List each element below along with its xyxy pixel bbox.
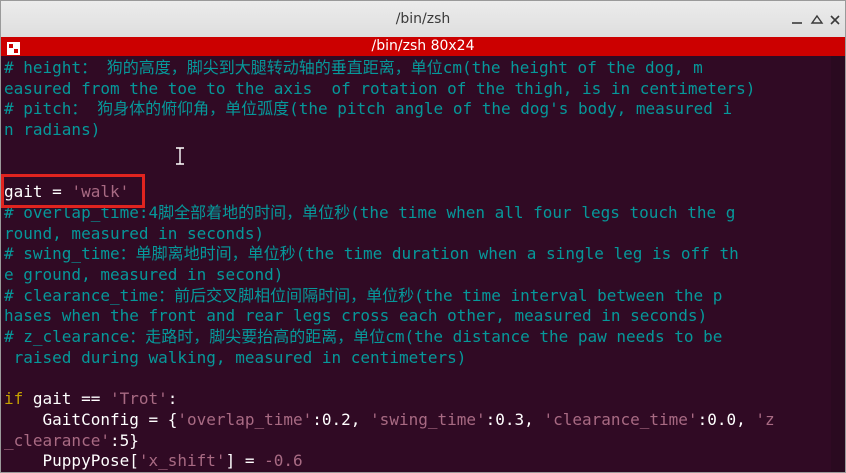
maximize-icon [810,13,824,27]
code-string: 'clearance_time' [543,409,698,429]
code-comment: # pitch： 狗身体的俯仰角，单位弧度(the pitch angle of… [4,99,733,119]
terminal-line: PuppyPose['x_shift'] = -0.6 [4,451,303,471]
code-string: 'x_shift' [138,451,226,471]
terminal-line: # swing_time：单脚离地时间，单位秒(the time duratio… [4,244,739,264]
close-icon [828,13,842,27]
code-string: 'swing_time' [370,409,486,429]
code-text: :0.2, [312,409,371,429]
close-button[interactable] [828,13,842,27]
code-text: ] = [225,451,265,471]
code-comment: # clearance_time：前后交叉脚相位间隔时间，单位秒(the tim… [4,285,723,305]
text-cursor-icon [175,147,185,169]
code-text: :0.0, [697,409,756,429]
code-string: 'overlap_time' [177,409,313,429]
code-comment: raised during walking, measured in centi… [4,347,467,367]
terminal-line: if gait == 'Trot': [4,389,177,409]
terminal-line: # z_clearance：走路时，脚尖要抬高的距离，单位cm(the dist… [4,327,722,347]
maximize-button[interactable] [810,13,824,27]
code-comment: n radians) [4,120,101,140]
terminal-window: /bin/zsh /bin/zsh 80x24 # height： 狗的高度，脚… [0,0,846,473]
terminal-line: n radians) [4,120,100,140]
code-keyword: if [4,389,24,409]
minimize-icon [790,13,804,27]
terminal-line: raised during walking, measured in centi… [4,347,467,368]
terminal-line: e ground, measured in second) [4,265,283,285]
code-comment: hases when the front and rear legs cross… [4,306,708,326]
code-string: _clearance' [4,430,110,450]
terminal-line: # pitch： 狗身体的俯仰角，单位弧度(the pitch angle of… [4,99,732,119]
code-comment: # z_clearance：走路时，脚尖要抬高的距离，单位cm(the dist… [4,327,723,347]
window-titlebar[interactable]: /bin/zsh [1,1,845,38]
terminal-tab-title: /bin/zsh 80x24 [371,38,475,54]
code-text: PuppyPose[ [4,451,139,471]
window-title: /bin/zsh [395,11,451,27]
code-number: -0.6 [264,451,303,471]
terminal-tab-bar[interactable]: /bin/zsh 80x24 [1,37,845,56]
code-text: GaitConfig = { [4,409,178,429]
code-text: :0.3, [485,409,544,429]
code-text: : [167,389,178,409]
code-string: 'z [755,409,775,429]
minimize-button[interactable] [790,13,804,27]
code-text: gait == [23,389,110,409]
terminal-line: # clearance_time：前后交叉脚相位间隔时间，单位秒(the tim… [4,286,722,306]
terminal-line: _clearance':5} [4,431,139,451]
code-text: :5} [109,430,139,450]
terminal-line: hases when the front and rear legs cross… [4,306,707,326]
terminal-scrollbar[interactable] [831,56,845,472]
terminal-line: easured from the toe to the axis of rota… [4,79,755,99]
code-comment: # swing_time：单脚离地时间，单位秒(the time duratio… [4,244,739,264]
code-comment: e ground, measured in second) [4,265,284,284]
terminal-line: round, measured in seconds) [4,224,264,244]
code-comment: round, measured in seconds) [4,223,265,243]
highlight-box [1,174,145,208]
terminal-content[interactable]: # height： 狗的高度，脚尖到大腿转动轴的垂直距离，单位cm(the he… [1,56,831,472]
code-comment: # height： 狗的高度，脚尖到大腿转动轴的垂直距离，单位cm(the he… [4,58,703,77]
terminal-line: GaitConfig = {'overlap_time':0.2, 'swing… [4,410,775,430]
code-comment: easured from the toe to the axis of rota… [4,78,756,98]
code-string: 'Trot' [109,389,168,409]
terminal-line: # height： 狗的高度，脚尖到大腿转动轴的垂直距离，单位cm(the he… [4,58,703,78]
